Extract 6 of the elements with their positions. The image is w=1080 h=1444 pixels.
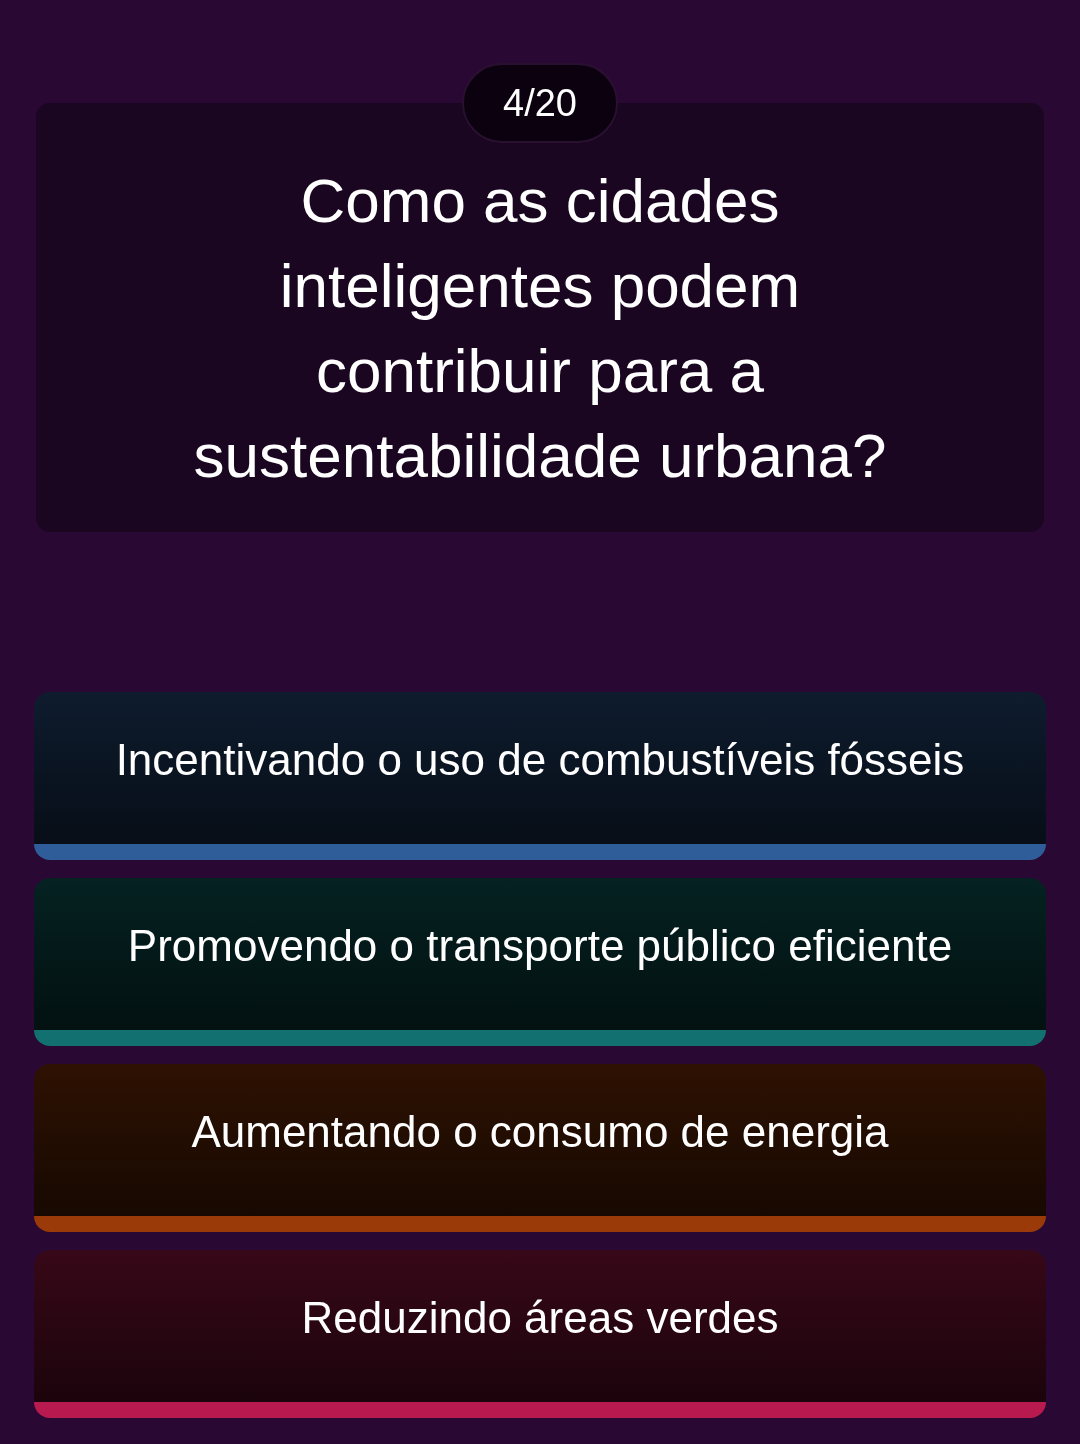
answer-button[interactable]: Reduzindo áreas verdes bbox=[34, 1250, 1046, 1418]
answer-button[interactable]: Aumentando o consumo de energia bbox=[34, 1064, 1046, 1232]
answer-button[interactable]: Promovendo o transporte público eficiente bbox=[34, 878, 1046, 1046]
answer-button[interactable]: Incentivando o uso de combustíveis fósseis bbox=[34, 692, 1046, 860]
progress-badge: 4/20 bbox=[462, 63, 618, 143]
question-text: Como as cidades inteligentes podem contribuir para a sustentabilidade urbana? bbox=[192, 164, 888, 492]
